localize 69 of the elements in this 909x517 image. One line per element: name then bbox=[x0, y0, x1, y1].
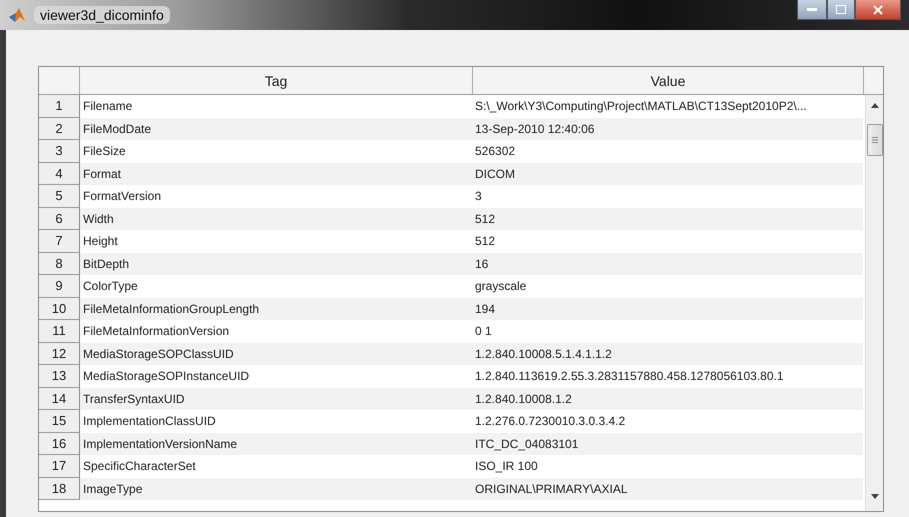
value-cell-text: S:\_Work\Y3\Computing\Project\MATLAB\CT13Sept2010P2\... bbox=[474, 98, 808, 116]
value-cell-text: 1.2.840.10008.5.1.4.1.1.2 bbox=[474, 346, 613, 363]
tag-cell-text: SpecificCharacterSet bbox=[82, 458, 197, 476]
value-cell-text: 1.2.276.0.7230010.3.0.3.4.2 bbox=[474, 413, 626, 430]
row-number: 14 bbox=[39, 388, 80, 410]
column-header[interactable]: Tag bbox=[80, 67, 473, 94]
row-number: 1 bbox=[39, 95, 80, 118]
close-button[interactable] bbox=[855, 0, 901, 20]
value-cell-text: ITC_DC_04083101 bbox=[474, 436, 580, 453]
tag-cell-text: ImageType bbox=[82, 480, 144, 498]
row-number: 13 bbox=[39, 365, 80, 388]
row-number: 8 bbox=[39, 252, 80, 275]
row-number: 9 bbox=[39, 275, 80, 298]
value-cell-text: ISO_IR 100 bbox=[474, 458, 539, 476]
value-cell-text: 0 1 bbox=[474, 323, 493, 340]
scroll-up-icon[interactable] bbox=[870, 103, 878, 108]
scrollbar-thumb[interactable] bbox=[866, 124, 882, 156]
row-number: 11 bbox=[39, 320, 80, 342]
row-number: 4 bbox=[39, 162, 80, 185]
column-header[interactable]: Value bbox=[473, 67, 864, 94]
value-cell-text: 3 bbox=[474, 188, 483, 206]
value-cell-text: 512 bbox=[474, 233, 496, 250]
tag-cell-text: FormatVersion bbox=[82, 188, 162, 206]
row-number: 18 bbox=[39, 478, 80, 500]
tag-cell-text: MediaStorageSOPInstanceUID bbox=[82, 368, 250, 386]
minimize-button[interactable] bbox=[797, 0, 827, 20]
grip-icon bbox=[872, 137, 878, 143]
value-cell-text: 1.2.840.10008.1.2 bbox=[474, 390, 573, 408]
minimize-icon bbox=[807, 8, 817, 12]
row-number: 5 bbox=[39, 185, 80, 208]
tag-cell-text: ImplementationVersionName bbox=[82, 436, 238, 453]
maximize-button[interactable] bbox=[827, 0, 855, 20]
row-number: 7 bbox=[39, 230, 80, 252]
row-number: 10 bbox=[39, 298, 80, 320]
row-number: 3 bbox=[39, 140, 80, 162]
value-cell-text: 512 bbox=[474, 210, 496, 228]
tag-cell-text: FileMetaInformationVersion bbox=[82, 323, 230, 340]
tag-cell-text: FileModDate bbox=[82, 120, 152, 138]
row-number: 15 bbox=[39, 410, 80, 432]
value-cell-text: 13-Sep-2010 12:40:06 bbox=[474, 120, 596, 138]
tag-cell-text: Width bbox=[82, 210, 115, 228]
row-number: 2 bbox=[39, 118, 80, 140]
tag-cell-text: FileMetaInformationGroupLength bbox=[82, 300, 260, 318]
window-title: viewer3d_dicominfo bbox=[34, 6, 170, 24]
value-cell-text: grayscale bbox=[474, 278, 528, 296]
tag-cell-text: FileSize bbox=[82, 143, 127, 160]
scroll-down-icon[interactable] bbox=[870, 494, 878, 499]
value-cell-text: 16 bbox=[474, 256, 490, 273]
value-cell-text: DICOM bbox=[474, 166, 516, 183]
row-number: 12 bbox=[39, 342, 80, 365]
row-number: 6 bbox=[39, 208, 80, 230]
value-cell-text: ORIGINAL\PRIMARY\AXIAL bbox=[474, 480, 628, 498]
tag-cell-text: ColorType bbox=[82, 278, 139, 296]
tag-cell-text: Height bbox=[82, 233, 119, 250]
row-number: 17 bbox=[39, 455, 80, 478]
close-icon bbox=[873, 4, 883, 14]
row-number: 16 bbox=[39, 432, 80, 455]
tag-cell-text: BitDepth bbox=[82, 256, 130, 273]
value-cell-text: 526302 bbox=[474, 143, 516, 160]
tag-cell-text: MediaStorageSOPClassUID bbox=[82, 346, 235, 363]
tag-cell-text: ImplementationClassUID bbox=[82, 413, 217, 430]
value-cell-text: 1.2.840.113619.2.55.3.2831157880.458.1278056103.80.1 bbox=[474, 368, 785, 386]
maximize-icon bbox=[836, 5, 846, 14]
tag-cell-text: Format bbox=[82, 166, 122, 183]
value-cell-text: 194 bbox=[474, 300, 496, 318]
tag-cell-text: TransferSyntaxUID bbox=[82, 390, 186, 408]
app-logo-icon bbox=[8, 7, 26, 23]
vertical-scrollbar[interactable] bbox=[865, 95, 883, 511]
tag-cell-text: Filename bbox=[82, 98, 134, 116]
